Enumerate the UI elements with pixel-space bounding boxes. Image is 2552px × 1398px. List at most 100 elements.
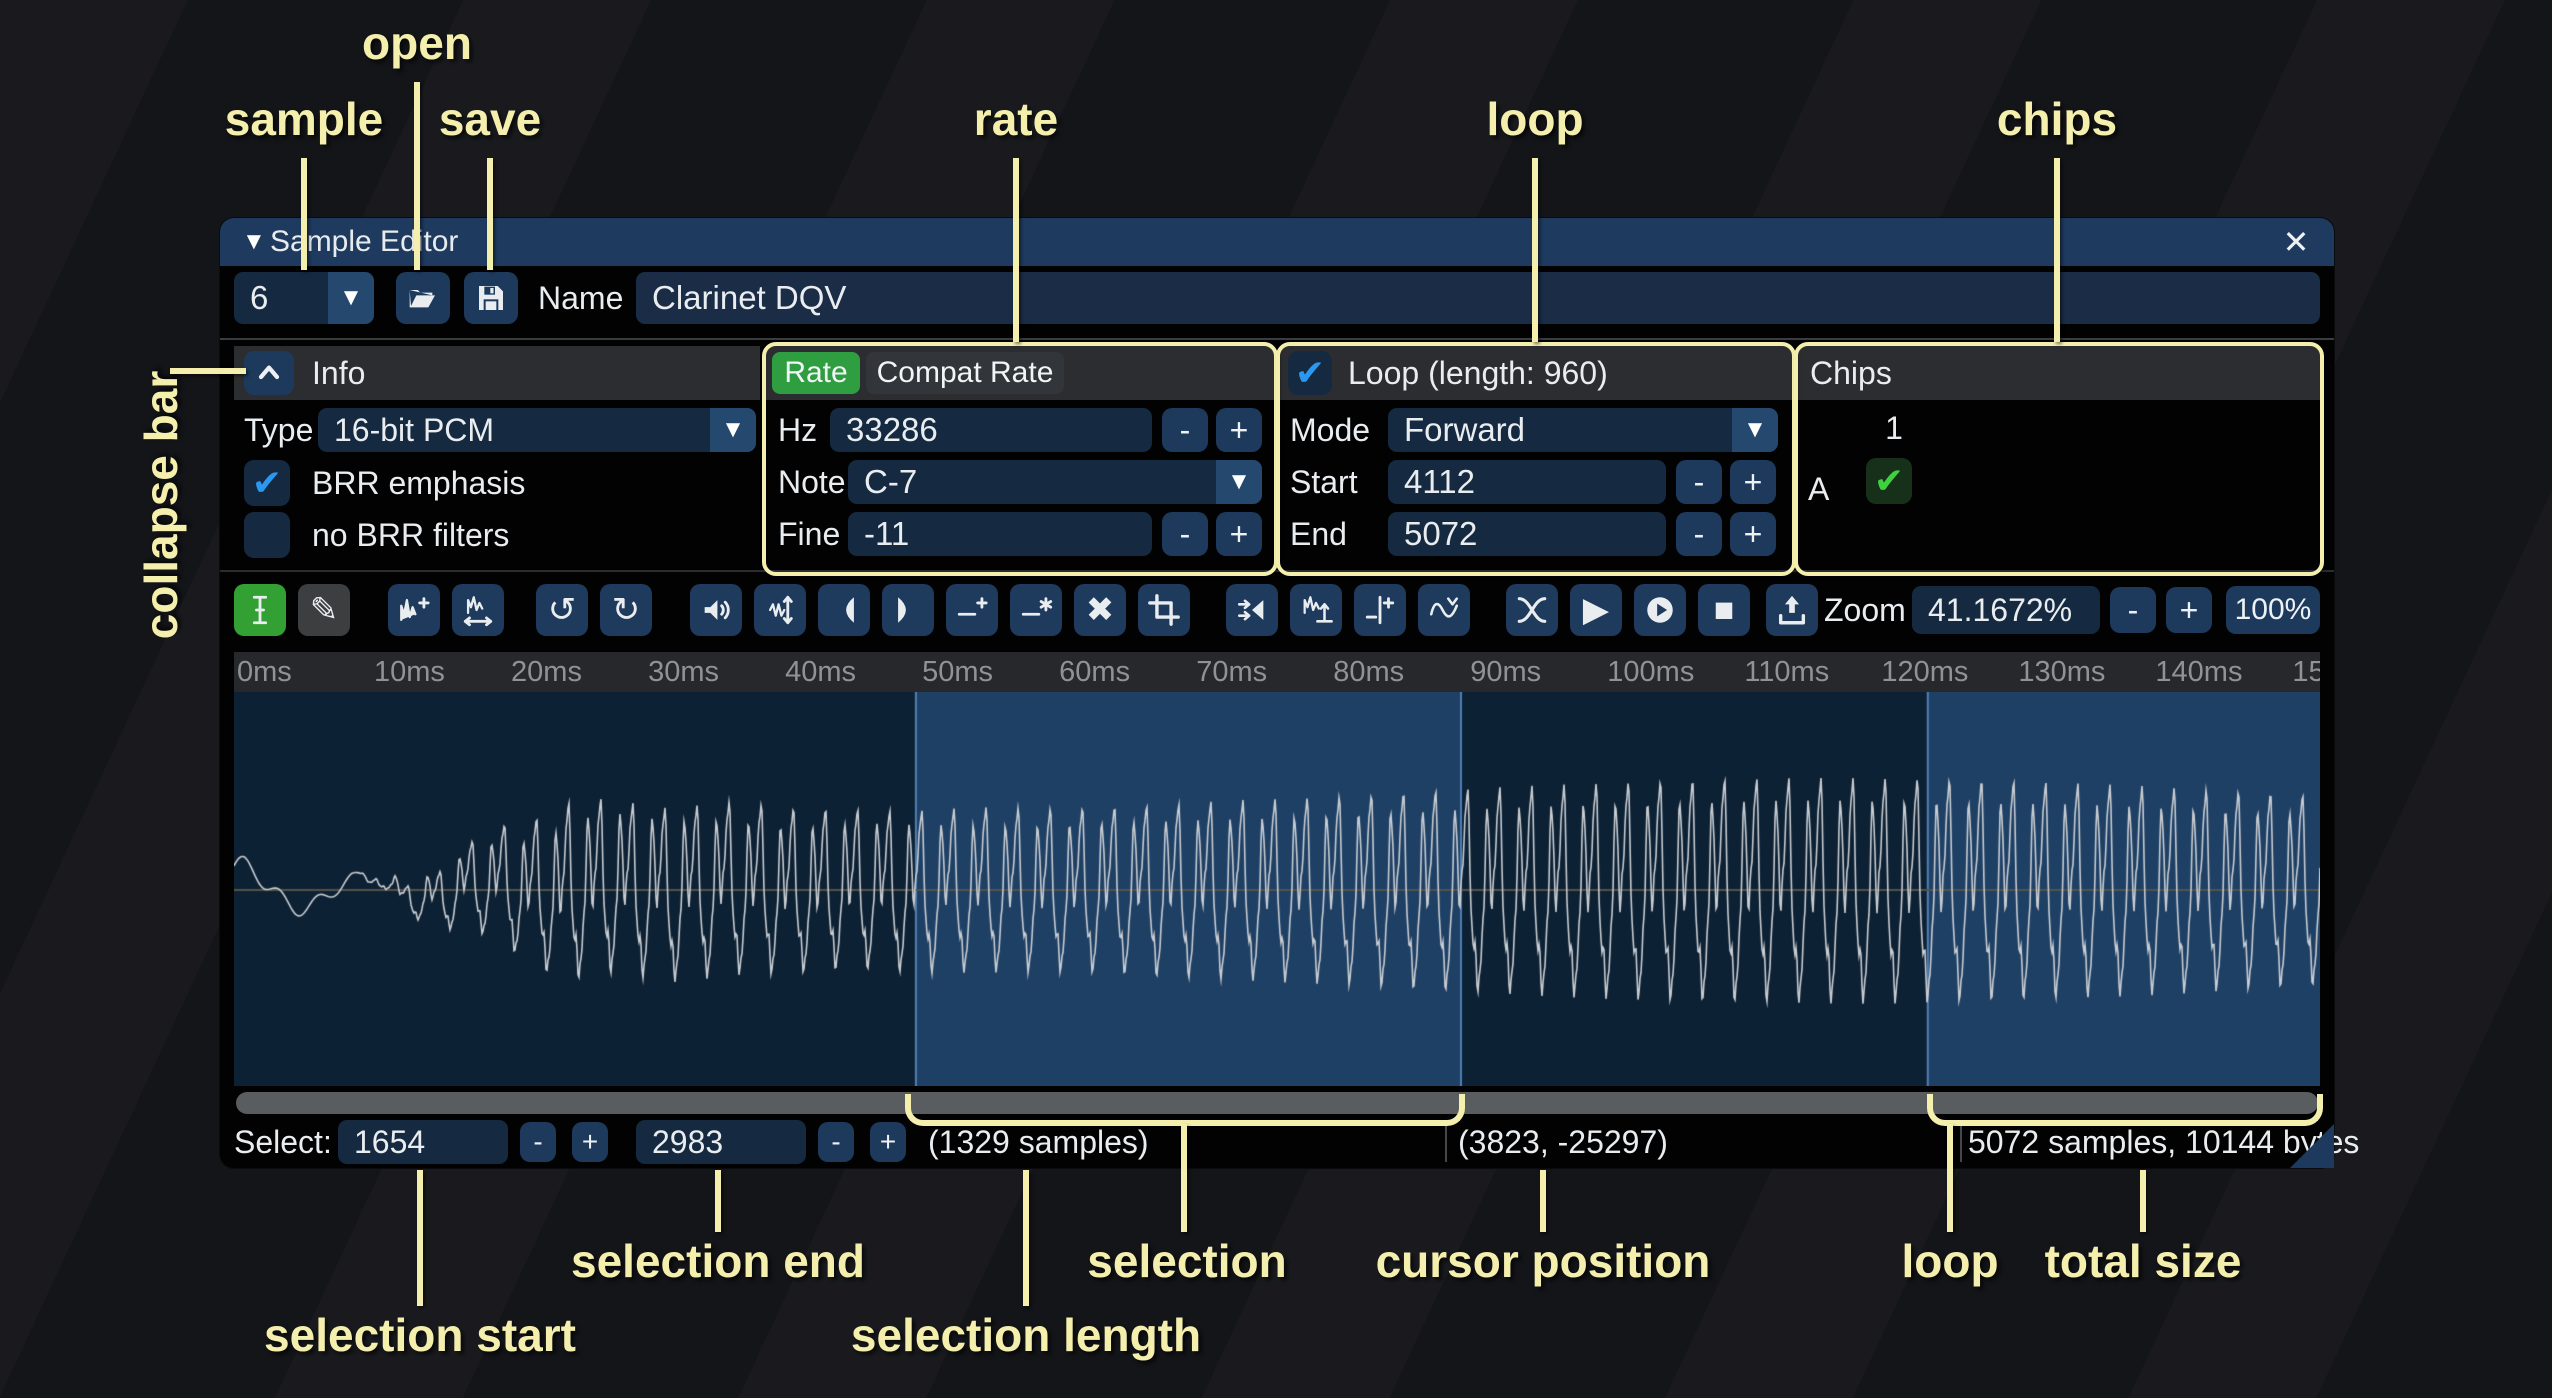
selection-start-decrease-button[interactable]: - [520, 1122, 556, 1162]
edit-select-button[interactable] [234, 584, 286, 636]
hz-increase-button[interactable]: + [1216, 408, 1262, 452]
sign-invert-button[interactable] [1354, 584, 1406, 636]
zoom-input[interactable]: 41.1672% [1912, 586, 2100, 634]
draw-mode-button[interactable]: ✎ [298, 584, 350, 636]
ruler-tick: 110ms [1744, 652, 1829, 692]
loop-end-increase-button[interactable]: + [1730, 512, 1776, 556]
sample-number-combo[interactable]: 6 ▼ [234, 272, 374, 324]
annotation-collapse-bar: collapse bar [134, 371, 188, 639]
pencil-icon: ✎ [310, 590, 339, 630]
zoom-in-button[interactable]: + [2166, 587, 2212, 633]
delete-button[interactable]: ✖ [1074, 584, 1126, 636]
chevron-down-icon: ▼ [710, 408, 756, 452]
play-region-button[interactable] [1634, 584, 1686, 636]
reverse-button[interactable] [1226, 584, 1278, 636]
zoom-out-button[interactable]: - [2110, 587, 2156, 633]
open-sample-button[interactable] [396, 272, 450, 324]
chips-row-label: A [1808, 466, 1829, 512]
check-icon: ✔ [252, 462, 282, 504]
loop-end-input[interactable]: 5072 [1388, 512, 1666, 556]
invert-button[interactable] [1290, 584, 1342, 636]
loop-end-decrease-button[interactable]: - [1676, 512, 1722, 556]
loop-panel-title: Loop (length: 960) [1348, 346, 1608, 400]
chevron-down-icon: ▼ [328, 272, 374, 324]
ruler-tick: 80ms [1333, 652, 1404, 692]
mode-label: Mode [1290, 408, 1370, 452]
loop-start-input[interactable]: 4112 [1388, 460, 1666, 504]
floppy-save-icon [475, 282, 507, 314]
annotation-line-rate [1013, 158, 1019, 342]
redo-button[interactable]: ↻ [600, 584, 652, 636]
type-combo[interactable]: 16-bit PCM ▼ [318, 408, 756, 452]
loop-mode-value: Forward [1388, 411, 1732, 449]
cursor-position-text: (3823, -25297) [1458, 1118, 1668, 1166]
tab-compat-rate[interactable]: Compat Rate [866, 352, 1064, 394]
annotation-line-loop-top [1532, 158, 1538, 342]
amplify-button[interactable] [690, 584, 742, 636]
chip-a1-checkbox[interactable]: ✔ [1866, 458, 1912, 504]
ruler-tick: 10ms [374, 652, 445, 692]
selection-start-increase-button[interactable]: + [572, 1122, 608, 1162]
normalize-wave-icon [763, 593, 797, 627]
trim-button[interactable] [1138, 584, 1190, 636]
fade-in-button[interactable] [818, 584, 870, 636]
fine-decrease-button[interactable]: - [1162, 512, 1208, 556]
crossfade-x-icon [1515, 593, 1549, 627]
note-combo[interactable]: C-7 ▼ [848, 460, 1262, 504]
zoom-reset-button[interactable]: 100% [2226, 586, 2320, 634]
ruler-tick: 0ms [237, 652, 292, 692]
fade-out-button[interactable] [882, 584, 934, 636]
selection-start-input[interactable]: 1654 [338, 1120, 508, 1164]
tab-rate[interactable]: Rate [772, 352, 860, 394]
undo-button[interactable]: ↺ [536, 584, 588, 636]
normalize-button[interactable] [754, 584, 806, 636]
close-icon[interactable]: ✕ [2272, 218, 2320, 266]
check-icon: ✔ [1295, 352, 1325, 394]
annotation-sample: sample [225, 92, 384, 146]
timeline-ruler[interactable]: 0ms10ms20ms30ms40ms50ms60ms70ms80ms90ms1… [234, 652, 2320, 692]
annotation-rate: rate [974, 92, 1058, 146]
resample-wave-icon [461, 593, 495, 627]
apply-silence-button[interactable] [1010, 584, 1062, 636]
annotation-line-save [487, 158, 493, 270]
window-titlebar[interactable]: ▼ Sample Editor ✕ [220, 218, 2334, 266]
crossfade-button[interactable] [1506, 584, 1558, 636]
chips-panel-title: Chips [1810, 346, 1892, 400]
annotation-save: save [439, 92, 541, 146]
filter-button[interactable] [1418, 584, 1470, 636]
loop-start-decrease-button[interactable]: - [1676, 460, 1722, 504]
resize-button[interactable] [388, 584, 440, 636]
no-brr-filters-checkbox[interactable] [244, 512, 290, 558]
play-button[interactable]: ▶ [1570, 584, 1622, 636]
hz-input[interactable]: 33286 [830, 408, 1152, 452]
create-wavetable-button[interactable] [1766, 584, 1818, 636]
name-input[interactable]: Clarinet DQV [636, 272, 2320, 324]
selection-end-decrease-button[interactable]: - [818, 1122, 854, 1162]
loop-enable-checkbox[interactable]: ✔ [1288, 351, 1332, 395]
save-sample-button[interactable] [464, 272, 518, 324]
annotation-loop-top: loop [1486, 92, 1583, 146]
ruler-tick: 120ms [1881, 652, 1968, 692]
brr-emphasis-checkbox[interactable]: ✔ [244, 460, 290, 506]
window-collapse-icon[interactable]: ▼ [242, 218, 266, 266]
fine-input[interactable]: -11 [848, 512, 1152, 556]
loop-mode-combo[interactable]: Forward ▼ [1388, 408, 1778, 452]
resample-button[interactable] [452, 584, 504, 636]
selection-end-input[interactable]: 2983 [636, 1120, 806, 1164]
info-collapse-button[interactable] [244, 351, 294, 395]
ruler-tick: 50ms [922, 652, 993, 692]
delete-x-icon: ✖ [1086, 590, 1115, 630]
crop-icon [1147, 593, 1181, 627]
annotation-total-size: total size [2045, 1234, 2242, 1288]
waveform[interactable] [234, 692, 2320, 1086]
insert-silence-button[interactable] [946, 584, 998, 636]
stop-button[interactable]: ■ [1698, 584, 1750, 636]
selection-end-increase-button[interactable]: + [870, 1122, 906, 1162]
hz-decrease-button[interactable]: - [1162, 408, 1208, 452]
annotation-chips: chips [1997, 92, 2117, 146]
fine-increase-button[interactable]: + [1216, 512, 1262, 556]
window-resize-grip[interactable] [2290, 1124, 2334, 1168]
chevron-down-icon: ▼ [1216, 460, 1262, 504]
loop-start-label: Start [1290, 460, 1358, 504]
loop-start-increase-button[interactable]: + [1730, 460, 1776, 504]
